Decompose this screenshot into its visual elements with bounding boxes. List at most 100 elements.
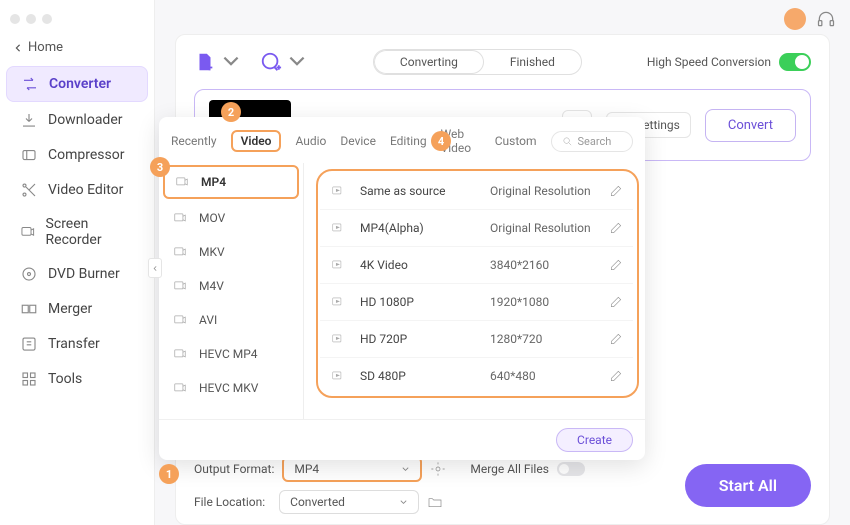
home-label: Home [28, 40, 63, 55]
chevron-down-icon [399, 498, 408, 507]
sidebar-item-downloader[interactable]: Downloader [6, 103, 148, 137]
edit-icon[interactable] [609, 369, 623, 383]
format-item-mov[interactable]: MOV [159, 201, 303, 235]
format-label: AVI [199, 313, 217, 327]
preset-row[interactable]: SD 480P640*480 [320, 358, 633, 394]
format-label: MOV [199, 211, 225, 225]
file-location-label: File Location: [194, 495, 265, 509]
sidebar-item-dvd-burner[interactable]: DVD Burner [6, 257, 148, 291]
sidebar-item-label: Downloader [48, 112, 123, 128]
format-item-mkv[interactable]: MKV [159, 235, 303, 269]
merge-toggle[interactable] [557, 462, 585, 476]
create-button[interactable]: Create [556, 428, 633, 452]
format-item-m4v[interactable]: M4V [159, 269, 303, 303]
preset-name: MP4(Alpha) [360, 221, 490, 235]
annotation-badge-2: 2 [221, 102, 241, 122]
preset-resolution: Original Resolution [490, 221, 609, 235]
transfer-icon [20, 335, 38, 353]
sidebar: Home Converter Downloader Compressor Vid… [0, 0, 155, 525]
preset-row[interactable]: HD 1080P1920*1080 [320, 284, 633, 321]
sidebar-collapse-handle[interactable] [148, 258, 162, 278]
tab-device[interactable]: Device [340, 134, 376, 148]
sidebar-item-label: Screen Recorder [46, 216, 134, 248]
video-format-icon [171, 381, 189, 395]
sidebar-item-video-editor[interactable]: Video Editor [6, 173, 148, 207]
video-format-icon [171, 313, 189, 327]
edit-icon[interactable] [609, 295, 623, 309]
format-item-hevc-mkv[interactable]: HEVC MKV [159, 371, 303, 405]
format-popup: Recently Video Audio Device Editing Web … [159, 117, 645, 460]
edit-icon[interactable] [609, 184, 623, 198]
preset-name: HD 1080P [360, 295, 490, 309]
format-label: MP4 [201, 175, 226, 189]
file-location-select[interactable]: Converted [279, 490, 419, 514]
sidebar-item-transfer[interactable]: Transfer [6, 327, 148, 361]
sidebar-item-label: DVD Burner [48, 266, 120, 282]
play-icon [330, 332, 346, 346]
preset-row[interactable]: MP4(Alpha)Original Resolution [320, 210, 633, 247]
add-folder-button[interactable] [260, 51, 308, 73]
sidebar-item-label: Video Editor [48, 182, 123, 198]
tab-editing[interactable]: Editing [390, 134, 427, 148]
sidebar-item-merger[interactable]: Merger [6, 292, 148, 326]
sidebar-item-converter[interactable]: Converter [6, 66, 148, 102]
disc-icon [20, 265, 38, 283]
format-item-avi[interactable]: AVI [159, 303, 303, 337]
preset-resolution: 1920*1080 [490, 295, 609, 309]
output-format-label: Output Format: [194, 462, 274, 476]
avatar[interactable] [784, 8, 806, 30]
high-speed-label: High Speed Conversion [647, 55, 771, 69]
play-icon [330, 221, 346, 235]
settings-gear-icon[interactable] [430, 461, 446, 477]
sidebar-item-label: Transfer [48, 336, 100, 352]
window-controls [0, 8, 154, 34]
tab-converting[interactable]: Converting [374, 50, 484, 74]
preset-name: SD 480P [360, 369, 490, 383]
support-icon[interactable] [816, 9, 836, 29]
home-back[interactable]: Home [0, 34, 154, 65]
annotation-badge-4: 4 [431, 131, 451, 151]
play-icon [330, 295, 346, 309]
add-file-button[interactable] [194, 51, 242, 73]
add-file-icon [194, 51, 216, 73]
chevron-down-icon [220, 51, 242, 73]
folder-open-icon[interactable] [427, 494, 443, 510]
edit-icon[interactable] [609, 221, 623, 235]
format-label: M4V [199, 279, 224, 293]
preset-row[interactable]: 4K Video3840*2160 [320, 247, 633, 284]
tab-video[interactable]: Video [231, 130, 282, 152]
play-icon [330, 184, 346, 198]
annotation-badge-1: 1 [159, 464, 179, 484]
sidebar-item-tools[interactable]: Tools [6, 362, 148, 396]
preset-name: HD 720P [360, 332, 490, 346]
preset-row[interactable]: HD 720P1280*720 [320, 321, 633, 358]
preset-resolution: 1280*720 [490, 332, 609, 346]
play-icon [330, 369, 346, 383]
tab-audio[interactable]: Audio [295, 134, 326, 148]
preset-resolution: Original Resolution [490, 184, 609, 198]
edit-icon[interactable] [609, 258, 623, 272]
format-item-hevc-mp4[interactable]: HEVC MP4 [159, 337, 303, 371]
tab-recently[interactable]: Recently [171, 134, 217, 148]
chevron-down-icon [401, 465, 410, 474]
video-format-icon [171, 245, 189, 259]
preset-name: Same as source [360, 184, 490, 198]
status-segmented[interactable]: Converting Finished [373, 49, 582, 75]
tab-finished[interactable]: Finished [484, 50, 581, 74]
tab-custom[interactable]: Custom [495, 134, 537, 148]
popup-tabs: Recently Video Audio Device Editing Web … [159, 117, 645, 163]
video-format-icon [171, 211, 189, 225]
sidebar-item-screen-recorder[interactable]: Screen Recorder [6, 208, 148, 256]
high-speed-toggle[interactable] [779, 53, 811, 71]
chevron-down-icon [286, 51, 308, 73]
format-item-mp4[interactable]: MP4 [163, 165, 299, 199]
sidebar-item-compressor[interactable]: Compressor [6, 138, 148, 172]
edit-icon[interactable] [609, 332, 623, 346]
topbar [784, 8, 836, 30]
chevron-left-icon [14, 44, 22, 52]
preset-row[interactable]: Same as sourceOriginal Resolution [320, 173, 633, 210]
start-all-button[interactable]: Start All [685, 464, 811, 507]
convert-button[interactable]: Convert [705, 109, 796, 142]
download-icon [20, 111, 38, 129]
search-input[interactable]: Search [551, 131, 633, 152]
